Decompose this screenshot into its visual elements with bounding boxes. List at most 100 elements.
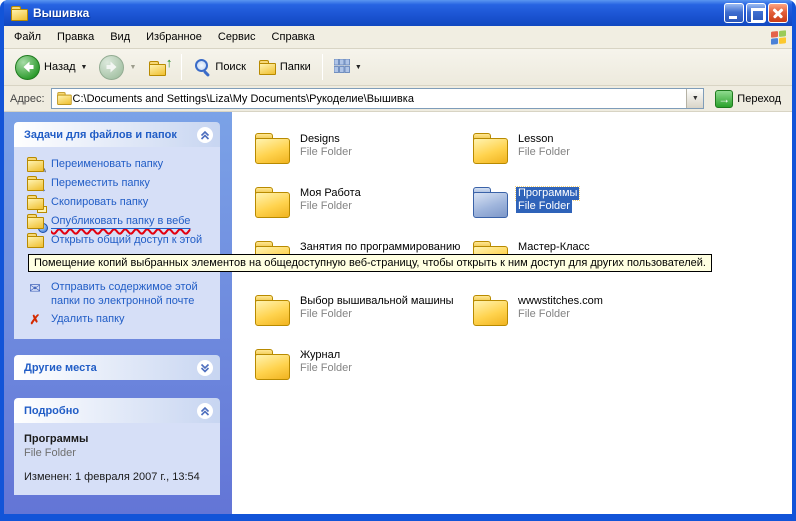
file-item-wwwstitches[interactable]: wwwstitches.com File Folder [472,294,690,348]
copy-folder-icon [26,195,44,210]
panel-gap [4,380,232,398]
maximize-button[interactable] [746,3,766,23]
details-item-type: File Folder [24,447,212,459]
file-name: Designs [298,133,342,146]
go-label: Переход [737,93,781,105]
other-places-title: Другие места [24,362,97,374]
address-input[interactable]: C:\Documents and Settings\Liza\My Docume… [51,88,705,109]
file-type: File Folder [298,200,354,213]
task-label: Скопировать папку [51,195,148,209]
search-button[interactable]: Поиск [188,55,250,79]
file-tasks-body: Переименовать папку Переместить папку Ск… [14,147,220,339]
menu-edit[interactable]: Правка [49,28,102,46]
menu-favorites[interactable]: Избранное [138,28,210,46]
share-folder-icon [26,233,44,248]
up-button[interactable]: ↑ [143,55,175,79]
folders-icon [258,60,276,75]
toolbar-separator [181,54,182,80]
window-title: Вышивка [33,6,722,20]
folder-icon [254,348,290,379]
file-tasks-header[interactable]: Задачи для файлов и папок [14,122,220,147]
task-publish-folder[interactable]: Опубликовать папку в вебе [18,212,216,231]
file-item-programmy-selected[interactable]: Программы File Folder [472,186,690,240]
address-value[interactable]: C:\Documents and Settings\Liza\My Docume… [73,93,687,105]
toolbar: Назад ▼ ▼ ↑ Поиск Папки [4,49,792,86]
task-label: Переименовать папку [51,157,163,171]
menu-file[interactable]: Файл [6,28,49,46]
other-places-header[interactable]: Другие места [14,355,220,380]
task-label: Отправить содержимое этой папки по элект… [51,280,214,308]
task-label: Переместить папку [51,176,150,190]
panel-other-places: Другие места [14,355,220,380]
task-label: Открыть общий доступ к этой [51,233,202,247]
panel-details: Подробно Программы File Folder Изменен: … [14,398,220,495]
file-type: File Folder [516,308,572,321]
file-item-moya-rabota[interactable]: Моя Работа File Folder [254,186,472,240]
file-type: File Folder [298,362,354,375]
forward-button[interactable]: ▼ [94,52,141,83]
back-arrow-icon [15,55,40,80]
up-folder-icon: ↑ [148,58,170,76]
file-type: File Folder [298,146,354,159]
file-item-zhurnal[interactable]: Журнал File Folder [254,348,472,402]
file-type: File Folder [516,146,572,159]
folders-label: Папки [280,61,311,73]
close-button[interactable] [768,3,788,23]
collapse-chevron-icon[interactable] [196,126,214,144]
task-email-folder[interactable]: ✉ Отправить содержимое этой папки по эле… [18,278,216,310]
title-bar: Вышивка [4,0,792,26]
search-icon [193,58,211,76]
address-label: Адрес: [10,93,45,105]
panel-gap [4,339,232,355]
folder-icon [472,294,508,325]
task-rename-folder[interactable]: Переименовать папку [18,155,216,174]
file-list-area: Designs File Folder Lesson File Folder [232,112,792,514]
back-button[interactable]: Назад ▼ [10,52,92,83]
task-copy-folder[interactable]: Скопировать папку [18,193,216,212]
details-header[interactable]: Подробно [14,398,220,423]
back-label: Назад [44,61,76,73]
minimize-button[interactable] [724,3,744,23]
go-arrow-icon: → [715,90,733,108]
expand-chevron-icon[interactable] [196,359,214,377]
menu-tools[interactable]: Сервис [210,28,264,46]
details-body: Программы File Folder Изменен: 1 февраля… [14,423,220,495]
task-move-folder[interactable]: Переместить папку [18,174,216,193]
panel-file-tasks: Задачи для файлов и папок Переименовать … [14,122,220,339]
email-folder-icon: ✉ [26,280,44,295]
address-dropdown-icon[interactable]: ▼ [686,89,703,108]
folder-icon [254,294,290,325]
views-dropdown-icon[interactable]: ▼ [355,64,362,71]
file-name: Программы [516,187,579,200]
task-share-folder[interactable]: Открыть общий доступ к этой [18,231,216,250]
go-button[interactable]: → Переход [710,88,786,110]
folder-icon [254,132,290,163]
file-name: Моя Работа [298,187,363,200]
file-name: wwwstitches.com [516,295,605,308]
details-title: Подробно [24,405,79,417]
address-bar: Адрес: C:\Documents and Settings\Liza\My… [4,86,792,112]
forward-dropdown-icon[interactable]: ▼ [129,64,136,71]
menu-bar: Файл Правка Вид Избранное Сервис Справка [4,26,792,49]
views-button[interactable]: ▼ [329,56,367,79]
file-item-vybor-mashiny[interactable]: Выбор вышивальной машины File Folder [254,294,472,348]
menu-help[interactable]: Справка [264,28,323,46]
windows-logo-icon [771,30,786,45]
task-delete-folder[interactable]: ✗ Удалить папку [18,310,216,329]
task-pane: Задачи для файлов и папок Переименовать … [4,112,232,514]
folders-button[interactable]: Папки [253,57,316,78]
folder-icon [254,186,290,217]
task-label: Удалить папку [51,312,125,326]
menu-view[interactable]: Вид [102,28,138,46]
search-label: Поиск [215,61,245,73]
rename-folder-icon [26,157,44,172]
back-dropdown-icon[interactable]: ▼ [81,64,88,71]
collapse-chevron-icon[interactable] [196,402,214,420]
views-icon [334,59,350,76]
file-name: Lesson [516,133,555,146]
file-item-lesson[interactable]: Lesson File Folder [472,132,690,186]
content-area: Задачи для файлов и папок Переименовать … [4,112,792,514]
explorer-window: Вышивка Файл Правка Вид Избранное Сервис… [0,0,796,521]
file-item-designs[interactable]: Designs File Folder [254,132,472,186]
file-name: Занятия по программированию [298,241,462,254]
